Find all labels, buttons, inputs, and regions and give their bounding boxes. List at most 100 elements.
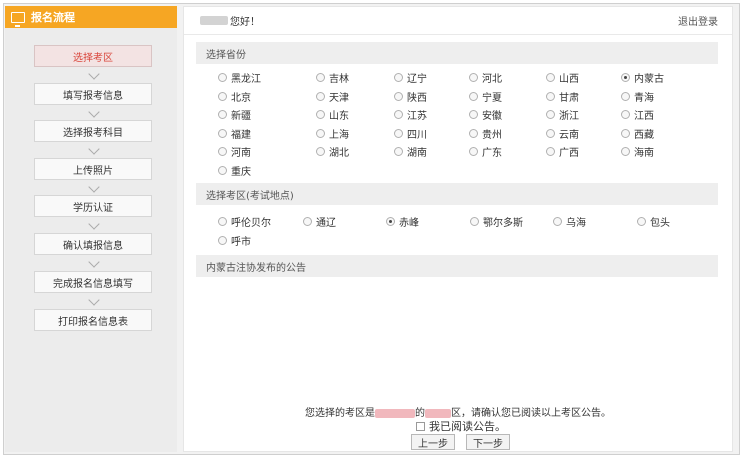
radio-button-icon[interactable] — [394, 110, 403, 119]
radio-button-icon[interactable] — [546, 73, 555, 82]
radio-option[interactable]: 新疆 — [218, 107, 251, 122]
radio-button-icon[interactable] — [316, 128, 325, 138]
radio-button-icon[interactable] — [218, 147, 227, 156]
radio-button-icon[interactable] — [218, 128, 227, 138]
radio-option[interactable]: 浙江 — [546, 107, 579, 122]
radio-button-icon[interactable] — [546, 147, 555, 156]
radio-option[interactable]: 河南 — [218, 144, 251, 159]
radio-button-icon[interactable] — [546, 91, 555, 101]
step-item: 选择考区 — [34, 45, 152, 67]
radio-button-icon[interactable] — [637, 217, 646, 226]
radio-button-icon[interactable] — [621, 147, 630, 156]
radio-option[interactable]: 上海 — [316, 126, 349, 141]
radio-button-icon[interactable] — [218, 236, 227, 245]
radio-option[interactable]: 贵州 — [469, 126, 502, 141]
radio-option[interactable]: 山西 — [546, 70, 579, 85]
radio-button-icon[interactable] — [546, 128, 555, 138]
radio-button-icon[interactable] — [218, 73, 227, 82]
radio-button-icon[interactable] — [621, 110, 630, 119]
radio-button-icon[interactable] — [303, 217, 312, 226]
radio-button-icon[interactable] — [621, 73, 630, 82]
radio-label: 赤峰 — [399, 218, 419, 229]
radio-button-icon[interactable] — [316, 110, 325, 119]
radio-option[interactable]: 甘肃 — [546, 89, 579, 104]
agree-checkbox[interactable] — [416, 421, 425, 431]
radio-button-icon[interactable] — [469, 73, 478, 82]
radio-option[interactable]: 内蒙古 — [621, 70, 664, 85]
radio-button-icon[interactable] — [218, 110, 227, 119]
radio-option[interactable]: 广西 — [546, 144, 579, 159]
radio-option[interactable]: 广东 — [469, 144, 502, 159]
radio-button-icon[interactable] — [394, 147, 403, 156]
radio-option[interactable]: 湖南 — [394, 144, 427, 159]
radio-button-icon[interactable] — [469, 110, 478, 119]
radio-button-icon[interactable] — [218, 165, 227, 175]
radio-option[interactable]: 安徽 — [469, 107, 502, 122]
radio-label: 吉林 — [329, 74, 349, 85]
radio-label: 江苏 — [407, 111, 427, 122]
step-item: 上传照片 — [34, 158, 152, 180]
radio-button-icon[interactable] — [553, 217, 562, 226]
chevron-down-icon — [88, 143, 100, 155]
selection-confirmation-text: 您选择的考区是的区，请确认您已阅读以上考区公告。 — [305, 408, 611, 419]
radio-option[interactable]: 宁夏 — [469, 89, 502, 104]
radio-label: 福建 — [231, 129, 251, 141]
radio-button-icon[interactable] — [469, 147, 478, 156]
radio-option[interactable]: 四川 — [394, 126, 427, 141]
radio-button-icon[interactable] — [218, 91, 227, 101]
radio-option[interactable]: 辽宁 — [394, 70, 427, 85]
radio-option[interactable]: 呼伦贝尔 — [218, 214, 271, 229]
radio-option[interactable]: 山东 — [316, 107, 349, 122]
radio-button-icon[interactable] — [394, 73, 403, 82]
radio-label: 陕西 — [407, 92, 427, 104]
radio-button-icon[interactable] — [621, 128, 630, 138]
radio-option[interactable]: 乌海 — [553, 214, 586, 229]
radio-option[interactable]: 鄂尔多斯 — [470, 214, 523, 229]
radio-label: 内蒙古 — [634, 74, 664, 85]
radio-button-icon[interactable] — [469, 128, 478, 138]
radio-button-icon[interactable] — [394, 128, 403, 138]
radio-label: 鄂尔多斯 — [483, 218, 523, 229]
chevron-down-icon — [88, 218, 100, 230]
radio-option[interactable]: 西藏 — [621, 126, 654, 141]
step-item: 选择报考科目 — [34, 120, 152, 142]
redacted-username — [200, 16, 228, 25]
radio-option[interactable]: 青海 — [621, 89, 654, 104]
prev-step-button[interactable]: 上一步 — [411, 434, 455, 450]
radio-option[interactable]: 江苏 — [394, 107, 427, 122]
radio-option[interactable]: 陕西 — [394, 89, 427, 104]
radio-button-icon[interactable] — [394, 91, 403, 101]
radio-button-icon[interactable] — [386, 217, 395, 226]
radio-option[interactable]: 北京 — [218, 89, 251, 104]
radio-option[interactable]: 江西 — [621, 107, 654, 122]
monitor-icon — [11, 11, 25, 27]
radio-option[interactable]: 吉林 — [316, 70, 349, 85]
radio-button-icon[interactable] — [218, 217, 227, 226]
radio-button-icon[interactable] — [470, 217, 479, 226]
radio-option[interactable]: 海南 — [621, 144, 654, 159]
logout-link[interactable]: 退出登录 — [678, 13, 718, 28]
radio-button-icon[interactable] — [546, 110, 555, 119]
radio-option[interactable]: 通辽 — [303, 214, 336, 229]
radio-button-icon[interactable] — [316, 147, 325, 156]
radio-option[interactable]: 呼市 — [218, 233, 251, 248]
radio-option[interactable]: 包头 — [637, 214, 670, 229]
radio-label: 广东 — [482, 148, 502, 159]
radio-option[interactable]: 天津 — [316, 89, 349, 104]
radio-option[interactable]: 黑龙江 — [218, 70, 261, 85]
radio-option[interactable]: 湖北 — [316, 144, 349, 159]
radio-option[interactable]: 赤峰 — [386, 214, 419, 229]
agree-checkbox-row[interactable]: 我已阅读公告。 — [416, 418, 506, 434]
radio-option[interactable]: 福建 — [218, 126, 251, 141]
radio-label: 乌海 — [566, 218, 586, 229]
radio-button-icon[interactable] — [316, 73, 325, 82]
radio-option[interactable]: 河北 — [469, 70, 502, 85]
radio-button-icon[interactable] — [469, 91, 478, 101]
radio-button-icon[interactable] — [621, 91, 630, 101]
radio-label: 河南 — [231, 148, 251, 159]
next-step-button[interactable]: 下一步 — [466, 434, 510, 450]
radio-button-icon[interactable] — [316, 91, 325, 101]
radio-label: 广西 — [559, 148, 579, 159]
radio-option[interactable]: 重庆 — [218, 163, 251, 178]
radio-option[interactable]: 云南 — [546, 126, 579, 141]
